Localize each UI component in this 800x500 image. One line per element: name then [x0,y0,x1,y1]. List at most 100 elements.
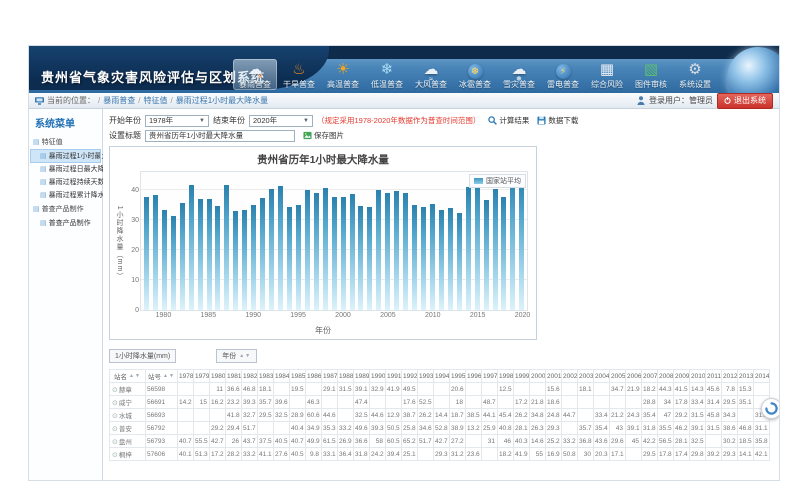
year-header-1987[interactable]: 1987 [322,370,338,383]
value-cell [498,396,514,409]
value-cell [706,435,722,448]
value-cell [514,383,530,396]
bar-slot [258,172,267,310]
year-header-2000[interactable]: 2000 [530,370,546,383]
year-header-1985[interactable]: 1985 [290,370,306,383]
toolbar-hail-button[interactable]: ❆冰雹普查 [453,59,497,90]
sidebar-item-1-0[interactable]: ▤普查产品制作 [31,217,100,229]
bar-2000 [341,197,346,310]
bar-2007 [403,193,408,310]
calc-result-button[interactable]: 计算结果 [488,115,529,126]
value-cell: 40.7 [178,435,194,448]
data-download-button[interactable]: 数据下载 [537,115,578,126]
year-header-1983[interactable]: 1983 [258,370,274,383]
breadcrumb-link[interactable]: 特征值 [143,96,167,105]
sidebar-item-0-1[interactable]: ▤暴雨过程日最大降水量 [31,163,100,175]
sidebar-item-0-0[interactable]: ▤暴雨过程1小时最大降水量 [31,150,100,162]
toolbar-drought-button[interactable]: ♨干旱普查 [277,59,321,90]
floating-assistant-button[interactable] [761,398,780,419]
value-cell: 55.5 [194,435,210,448]
value-cell: 60.5 [386,435,402,448]
year-header-2001[interactable]: 2001 [546,370,562,383]
value-cell: 17.1 [610,448,626,461]
toolbar-settings-button[interactable]: ⚙系统设置 [673,59,717,90]
bar-slot [401,172,410,310]
year-header-2014[interactable]: 2014 [754,370,770,383]
year-header-2007[interactable]: 2007 [642,370,658,383]
year-header-2010[interactable]: 2010 [690,370,706,383]
year-header-1979[interactable]: 1979 [194,370,210,383]
year-header-1982[interactable]: 1982 [242,370,258,383]
year-header-2008[interactable]: 2008 [658,370,674,383]
breadcrumb-link[interactable]: 暴雨过程1小时最大降水量 [176,96,268,105]
row-expander-icon[interactable]: ⊙ [112,426,118,433]
chart-title-input[interactable] [145,130,295,142]
year-header-2011[interactable]: 2011 [706,370,722,383]
year-header-1984[interactable]: 1984 [274,370,290,383]
toolbar-high-temp-button[interactable]: ☀高温普查 [321,59,365,90]
row-expander-icon[interactable]: ⊙ [112,439,118,446]
year-header-1994[interactable]: 1994 [434,370,450,383]
row-expander-icon[interactable]: ⊙ [112,452,118,459]
year-header-2013[interactable]: 2013 [738,370,754,383]
year-header-1995[interactable]: 1995 [450,370,466,383]
year-header-1990[interactable]: 1990 [370,370,386,383]
snow-icon: ☁❅ [497,60,541,80]
x-axis-label: 年份 [315,325,331,336]
year-header-1981[interactable]: 1981 [226,370,242,383]
year-header-1978[interactable]: 1978 [178,370,194,383]
year-header-1993[interactable]: 1993 [418,370,434,383]
toolbar-low-temp-button[interactable]: ❄低温普查 [365,59,409,90]
year-header-1996[interactable]: 1996 [466,370,482,383]
station-name-header[interactable]: 站名▲▼ [110,370,146,383]
toolbar-map-review-button[interactable]: ▧图件审核 [629,59,673,90]
bar-slot [357,172,366,310]
row-expander-icon[interactable]: ⊙ [112,413,118,420]
logout-button[interactable]: 退出系统 [717,93,773,109]
year-header-2003[interactable]: 2003 [578,370,594,383]
tree-group-0[interactable]: ▤特征值 [31,135,100,149]
value-cell: 40.5 [274,435,290,448]
year-header-2005[interactable]: 2005 [610,370,626,383]
year-header-1986[interactable]: 1986 [306,370,322,383]
year-header-1992[interactable]: 1992 [402,370,418,383]
year-header-1980[interactable]: 1980 [210,370,226,383]
year-header-2009[interactable]: 2009 [674,370,690,383]
column-field-chip[interactable]: 年份▲▼ [216,349,257,363]
sidebar-item-0-2[interactable]: ▤暴雨过程持续天数 [31,176,100,188]
value-cell [562,422,578,435]
hail-icon: ❆ [453,60,497,80]
row-expander-icon[interactable]: ⊙ [112,400,118,407]
sidebar-item-0-3[interactable]: ▤暴雨过程累计降水量 [31,189,100,201]
year-header-1999[interactable]: 1999 [514,370,530,383]
breadcrumb-link[interactable]: 暴雨普查 [103,96,135,105]
value-cell: 39.2 [706,448,722,461]
row-expander-icon[interactable]: ⊙ [112,387,118,394]
save-image-button[interactable]: 保存图片 [303,130,344,141]
year-header-1997[interactable]: 1997 [482,370,498,383]
year-header-2002[interactable]: 2002 [562,370,578,383]
toolbar-rainstorm-button[interactable]: ☁⚡暴雨普查 [233,59,277,90]
toolbar-wind-button[interactable]: ☁≈大风普查 [409,59,453,90]
toolbar-snow-button[interactable]: ☁❅雪灾普查 [497,59,541,90]
year-header-1988[interactable]: 1988 [338,370,354,383]
year-header-1989[interactable]: 1989 [354,370,370,383]
station-id-header[interactable]: 站号▲▼ [146,370,178,383]
start-year-select[interactable]: 1978年▼ [145,115,209,127]
year-header-1998[interactable]: 1998 [498,370,514,383]
toolbar-composite-risk-button[interactable]: ▦综合风险 [585,59,629,90]
bar-1987 [224,185,229,310]
value-cell: 29.3 [546,422,562,435]
value-cell: 44.7 [562,409,578,422]
year-header-2006[interactable]: 2006 [626,370,642,383]
chart-legend[interactable]: 国家站平均 [469,174,526,188]
bar-slot [169,172,178,310]
table-row-56793: ⊙盘州5679340.755.542.72643.737.540.540.749… [110,435,770,448]
year-header-1991[interactable]: 1991 [386,370,402,383]
year-header-2004[interactable]: 2004 [594,370,610,383]
value-field-chip[interactable]: 1小时降水量(mm) [109,349,176,363]
year-header-2012[interactable]: 2012 [722,370,738,383]
tree-group-1[interactable]: ▤普查产品制作 [31,202,100,216]
end-year-select[interactable]: 2020年▼ [249,115,313,127]
toolbar-lightning-button[interactable]: ⚡雷电普查 [541,59,585,90]
